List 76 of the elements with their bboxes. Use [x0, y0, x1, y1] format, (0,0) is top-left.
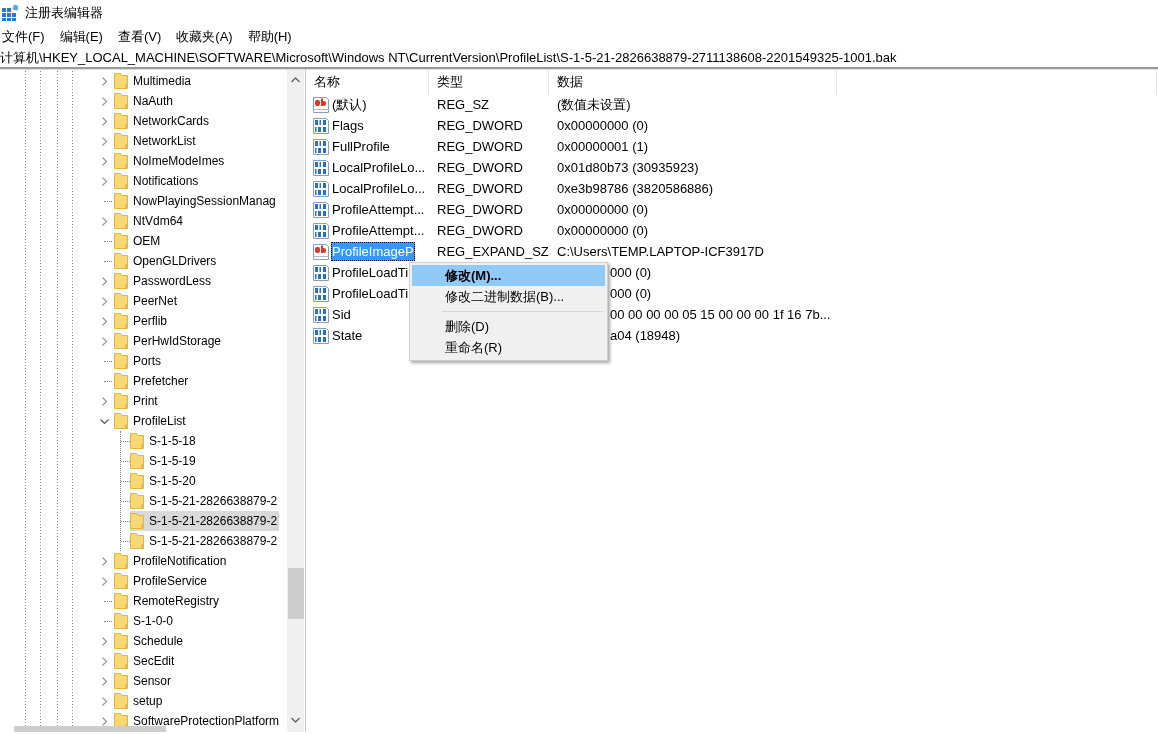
value-name[interactable]: ProfileAttempt...: [331, 200, 426, 219]
value-name[interactable]: Flags: [331, 116, 365, 135]
value-name[interactable]: ProfileLoadTi: [331, 263, 410, 282]
column-header[interactable]: 类型: [429, 70, 549, 94]
value-data: 0xe3b98786 (3820586886): [557, 181, 714, 196]
tree-item[interactable]: NoImeModeImes: [114, 151, 227, 171]
tree-item[interactable]: OpenGLDrivers: [114, 251, 219, 271]
context-menu-item[interactable]: 修改(M)...: [412, 265, 605, 286]
tree-item[interactable]: setup: [114, 691, 165, 711]
value-name[interactable]: State: [331, 326, 364, 345]
value-type: REG_SZ: [437, 97, 489, 112]
value-type: REG_DWORD: [437, 118, 523, 133]
menu-item[interactable]: 帮助(H): [245, 28, 301, 46]
tree-item[interactable]: NowPlayingSessionManag: [114, 191, 278, 211]
value-type: REG_DWORD: [437, 181, 523, 196]
tree-item[interactable]: OEM: [114, 231, 163, 251]
value-name[interactable]: (默认): [331, 95, 368, 114]
context-menu-item[interactable]: 修改二进制数据(B)...: [412, 286, 605, 307]
tree-item[interactable]: Perflib: [114, 311, 169, 331]
tree-item[interactable]: S-1-5-21-2826638879-2: [130, 491, 280, 511]
tree-item[interactable]: Ports: [114, 351, 163, 371]
value-type: REG_DWORD: [437, 139, 523, 154]
value-name[interactable]: LocalProfileLo...: [331, 179, 427, 198]
context-menu-item[interactable]: 删除(D): [412, 316, 605, 337]
value-data: 0x01d80b73 (30935923): [557, 160, 699, 175]
value-data: 0x00000000 (0): [557, 118, 649, 133]
column-header[interactable]: 数据: [549, 70, 837, 94]
tree-item[interactable]: S-1-5-21-2826638879-2: [130, 531, 280, 551]
value-data: 000 (0): [610, 265, 652, 280]
value-data: 000 (0): [610, 286, 652, 301]
tree-item[interactable]: S-1-5-20: [130, 471, 198, 491]
menu-item[interactable]: 文件(F): [0, 28, 54, 46]
tree-item[interactable]: NtVdm64: [114, 211, 186, 231]
value-type: REG_EXPAND_SZ: [437, 244, 549, 259]
tree-item[interactable]: S-1-5-21-2826638879-2: [130, 511, 280, 531]
value-data: 00 00 00 00 05 15 00 00 00 1f 16 7b...: [610, 307, 831, 322]
tree-item[interactable]: ProfileList: [114, 411, 188, 431]
value-data: (数值未设置): [557, 96, 631, 112]
tree-item[interactable]: Schedule: [114, 631, 186, 651]
tree-item[interactable]: S-1-5-18: [130, 431, 198, 451]
tree-item[interactable]: S-1-5-19: [130, 451, 198, 471]
tree-item[interactable]: Notifications: [114, 171, 201, 191]
value-type: REG_DWORD: [437, 223, 523, 238]
tree-item[interactable]: NetworkCards: [114, 111, 212, 131]
value-type: REG_DWORD: [437, 202, 523, 217]
menu-item[interactable]: 编辑(E): [57, 28, 112, 46]
tree-item[interactable]: ProfileService: [114, 571, 210, 591]
value-data: 0x00000000 (0): [557, 202, 649, 217]
tree-item[interactable]: NetworkList: [114, 131, 198, 151]
value-name[interactable]: Sid: [331, 305, 352, 324]
menu-item[interactable]: 查看(V): [115, 28, 171, 46]
window-title: 注册表编辑器: [25, 4, 103, 22]
column-header[interactable]: 名称: [306, 70, 429, 94]
tree-item[interactable]: NaAuth: [114, 91, 176, 111]
value-name[interactable]: LocalProfileLo...: [331, 158, 427, 177]
tree-item[interactable]: PasswordLess: [114, 271, 214, 291]
tree-item[interactable]: S-1-0-0: [114, 611, 175, 631]
value-type: REG_DWORD: [437, 160, 523, 175]
tree-item[interactable]: RemoteRegistry: [114, 591, 222, 611]
tree-item[interactable]: SecEdit: [114, 651, 177, 671]
value-name[interactable]: ProfileLoadTi: [331, 284, 410, 303]
tree-item[interactable]: Print: [114, 391, 160, 411]
tree-item[interactable]: Sensor: [114, 671, 174, 691]
tree-item[interactable]: ProfileNotification: [114, 551, 229, 571]
tree-item[interactable]: Multimedia: [114, 71, 194, 91]
menu-item[interactable]: 收藏夹(A): [174, 28, 242, 46]
tree-item[interactable]: PeerNet: [114, 291, 180, 311]
value-name[interactable]: ProfileAttempt...: [331, 221, 426, 240]
value-data: 0x00000001 (1): [557, 139, 649, 154]
value-data: 0x00000000 (0): [557, 223, 649, 238]
value-data: C:\Users\TEMP.LAPTOP-ICF3917D: [557, 244, 764, 259]
tree-item[interactable]: PerHwIdStorage: [114, 331, 224, 351]
context-menu-item[interactable]: 重命名(R): [412, 337, 605, 358]
value-data: a04 (18948): [610, 328, 681, 343]
value-name[interactable]: FullProfile: [331, 137, 391, 156]
tree-item[interactable]: Prefetcher: [114, 371, 191, 391]
